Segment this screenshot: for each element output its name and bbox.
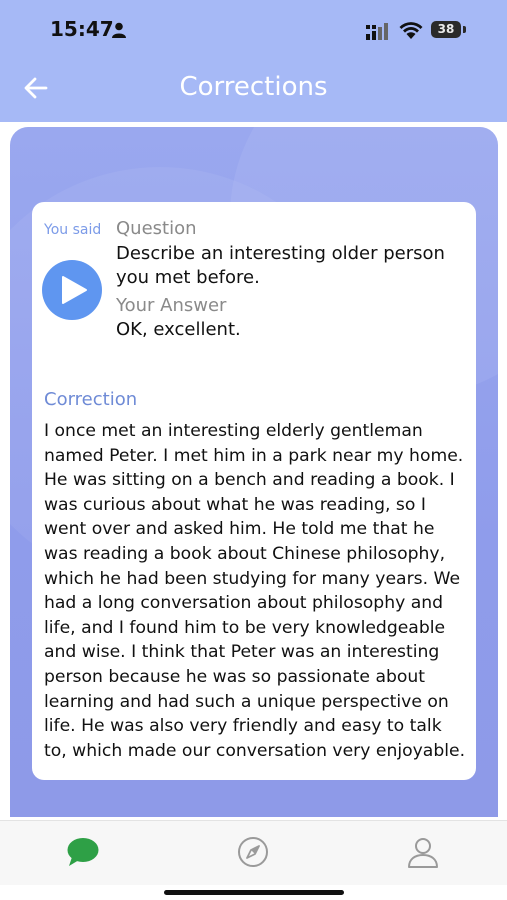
you-said-label: You said	[44, 222, 102, 238]
page-title: Corrections	[179, 72, 328, 102]
correction-card: You said Question Describe an interestin…	[32, 202, 476, 780]
question-label: Question	[116, 218, 197, 239]
battery-indicator: 38	[431, 21, 461, 38]
correction-text: I once met an interesting elderly gentle…	[44, 421, 466, 761]
battery-cap	[463, 26, 466, 33]
answer-text: OK, excellent.	[116, 319, 241, 340]
compass-icon[interactable]	[236, 835, 270, 869]
play-icon	[62, 276, 87, 304]
bottom-tab-bar	[0, 820, 507, 885]
correction-label: Correction	[44, 389, 138, 410]
play-audio-button[interactable]	[42, 260, 102, 320]
chat-bubble-icon[interactable]	[66, 835, 100, 869]
wifi-icon	[399, 22, 423, 39]
status-time: 15:47	[50, 17, 114, 41]
header-area: 15:47 38 Corrections	[0, 0, 507, 122]
status-bar: 15:47 38	[0, 0, 507, 60]
nav-bar: Corrections	[0, 60, 507, 116]
cellular-signal-icon	[366, 23, 388, 40]
person-status-icon	[112, 22, 126, 38]
question-text: Describe an interesting older person you…	[116, 243, 445, 288]
person-icon[interactable]	[406, 835, 440, 869]
home-indicator[interactable]	[164, 890, 344, 895]
answer-label: Your Answer	[116, 295, 227, 316]
